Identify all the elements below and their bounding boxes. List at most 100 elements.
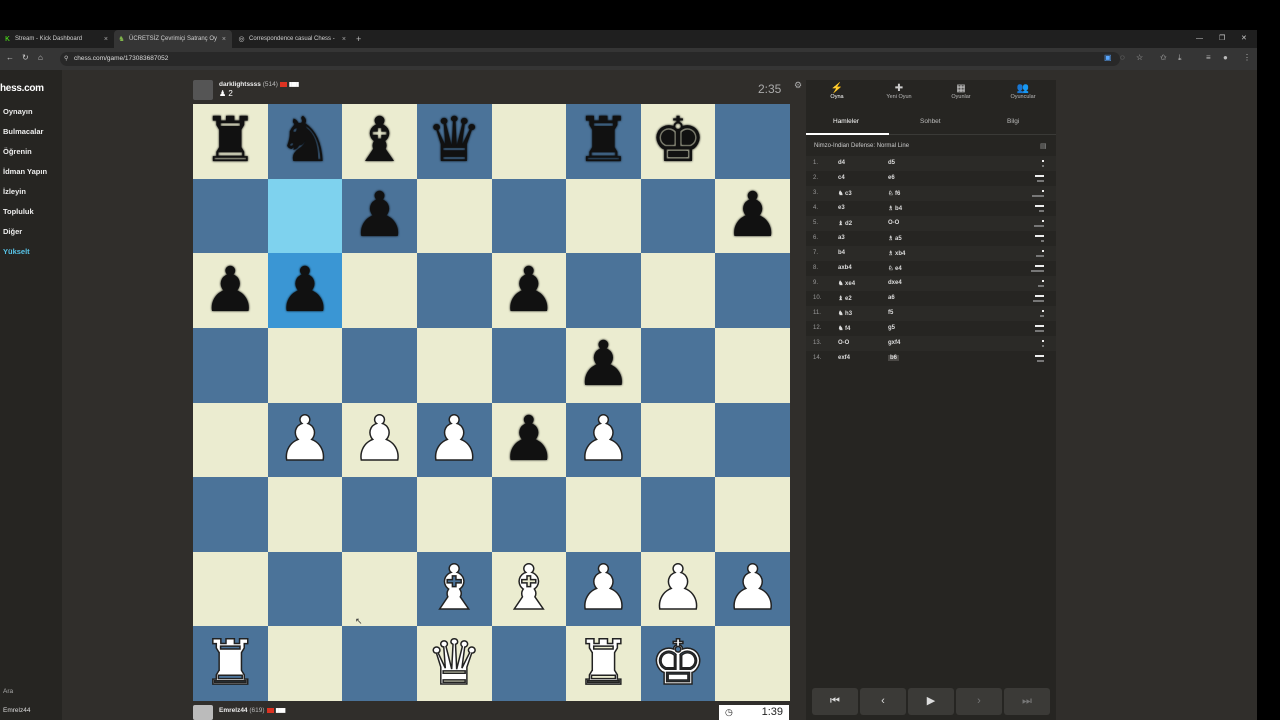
sidebar-item-puzzles[interactable]: Bulmacalar <box>3 127 43 136</box>
reload-icon[interactable]: ↻ <box>22 53 29 62</box>
white-bishop-piece[interactable]: ♝ <box>426 557 483 621</box>
square-f3[interactable] <box>566 477 641 552</box>
chess-com-logo[interactable]: hess.com <box>0 83 44 94</box>
sidebar-item-learn[interactable]: Öğrenin <box>3 147 32 156</box>
square-c6[interactable] <box>342 253 417 328</box>
square-a6[interactable]: ♟ <box>193 253 268 328</box>
browser-tab-chess[interactable]: ♞ ÜCRETSİZ Çevrimiçi Satranç Oy × <box>114 30 232 48</box>
white-move[interactable]: e3 <box>838 205 845 211</box>
square-d6[interactable] <box>416 253 492 328</box>
subtab-chat[interactable]: Sohbet <box>920 118 941 125</box>
profile-avatar[interactable]: ● <box>1223 53 1228 62</box>
black-pawn-piece[interactable]: ♟ <box>277 259 333 322</box>
kebab-menu-icon[interactable]: ⋮ <box>1243 53 1251 62</box>
previous-move-button[interactable]: ‹ <box>860 688 906 715</box>
black-pawn-piece[interactable]: ♟ <box>501 408 557 471</box>
black-knight-piece[interactable]: ♞ <box>277 110 333 172</box>
black-move[interactable]: e6 <box>888 175 895 181</box>
white-rook-piece[interactable]: ♜ <box>202 631 259 695</box>
black-king-piece[interactable]: ♚ <box>650 110 706 172</box>
top-player-name[interactable]: darklightssss (514) ▮▮▮▮ <box>219 81 299 88</box>
square-b8[interactable]: ♞ <box>267 104 343 179</box>
tab-players[interactable]: 👥 Oyuncular <box>992 80 1054 108</box>
square-h1[interactable] <box>715 626 790 701</box>
white-move[interactable]: c4 <box>838 175 845 181</box>
next-move-button[interactable]: › <box>956 688 1002 715</box>
square-e7[interactable] <box>491 178 567 254</box>
window-close-icon[interactable]: ✕ <box>1241 30 1247 48</box>
white-pawn-piece[interactable]: ♟ <box>426 408 483 472</box>
square-h4[interactable] <box>715 402 790 478</box>
black-move[interactable]: b6 <box>888 355 900 361</box>
white-rook-piece[interactable]: ♜ <box>575 631 632 695</box>
close-icon[interactable]: × <box>104 36 108 43</box>
square-f8[interactable]: ♜ <box>566 104 641 179</box>
white-move[interactable]: ♞ xe4 <box>838 280 855 287</box>
square-g1[interactable]: ♚ <box>640 626 716 701</box>
subtab-info[interactable]: Bilgi <box>1007 118 1019 125</box>
black-move[interactable]: g5 <box>888 325 895 331</box>
square-d1[interactable]: ♛ <box>416 626 492 701</box>
white-move[interactable]: d4 <box>838 160 845 166</box>
square-c5[interactable] <box>342 327 417 403</box>
square-c1[interactable] <box>342 626 417 701</box>
square-g5[interactable] <box>640 327 716 403</box>
last-move-button[interactable]: ⏭ <box>1004 688 1050 715</box>
square-f2[interactable]: ♟ <box>566 551 641 627</box>
browser-tab-correspondence[interactable]: ◎ Correspondence casual Chess - × <box>234 30 352 48</box>
bottom-player-avatar[interactable] <box>193 705 213 720</box>
square-g3[interactable] <box>640 477 716 552</box>
new-tab-button[interactable]: + <box>356 30 361 48</box>
square-c3[interactable] <box>342 477 417 552</box>
square-d3[interactable] <box>416 477 492 552</box>
black-pawn-piece[interactable]: ♟ <box>352 184 408 247</box>
black-move[interactable]: f5 <box>888 310 893 316</box>
sidebar-item-more[interactable]: Diğer <box>3 227 22 236</box>
black-pawn-piece[interactable]: ♟ <box>203 259 259 322</box>
square-e3[interactable] <box>491 477 567 552</box>
white-move[interactable]: ♞ h3 <box>838 310 852 317</box>
home-icon[interactable]: ⌂ <box>38 53 43 62</box>
square-f6[interactable] <box>566 253 641 328</box>
square-d2[interactable]: ♝ <box>416 551 492 627</box>
white-pawn-piece[interactable]: ♟ <box>351 408 408 472</box>
download-icon[interactable]: ⤓ <box>1178 53 1182 63</box>
square-b5[interactable] <box>267 327 343 403</box>
close-icon[interactable]: × <box>342 36 346 43</box>
square-g8[interactable]: ♚ <box>640 104 716 179</box>
black-move[interactable]: ♗ a5 <box>888 235 902 242</box>
white-bishop-piece[interactable]: ♝ <box>500 557 557 621</box>
first-move-button[interactable]: ⏮ <box>812 688 858 715</box>
white-move[interactable]: ♝ e2 <box>838 295 852 302</box>
square-c8[interactable]: ♝ <box>342 104 417 179</box>
square-h3[interactable] <box>715 477 790 552</box>
square-a2[interactable] <box>193 551 268 627</box>
chess-board[interactable]: ♜ ♞ ♝ ♛ ♜ ♚ ♟ ♟ ♟ ♟ ♟ ♟ ♟ ♟ ♟ ♟ ♟ ♝ ♝ ♟ ♟ ♟ ♜ ♛ ♜ ♚ <box>193 104 790 701</box>
url-field[interactable]: chess.com/game/173083687052 <box>60 52 1120 66</box>
square-g2[interactable]: ♟ <box>640 551 716 627</box>
square-c4[interactable]: ♟ <box>342 402 417 478</box>
square-e8[interactable] <box>491 104 567 179</box>
square-b1[interactable] <box>267 626 343 701</box>
square-e4[interactable]: ♟ <box>491 402 567 478</box>
square-a1[interactable]: ♜ <box>193 626 268 701</box>
sidebar-item-watch[interactable]: İzleyin <box>3 187 26 196</box>
black-pawn-piece[interactable]: ♟ <box>576 334 632 396</box>
black-move[interactable]: ♗ xb4 <box>888 250 905 257</box>
black-queen-piece[interactable]: ♛ <box>426 110 482 172</box>
black-bishop-piece[interactable]: ♝ <box>352 110 408 172</box>
white-move[interactable]: axb4 <box>838 265 852 271</box>
site-info-icon[interactable]: ⚲ <box>64 55 68 62</box>
square-e6[interactable]: ♟ <box>491 253 567 328</box>
white-move[interactable]: b4 <box>838 250 845 256</box>
square-f4[interactable]: ♟ <box>566 402 641 478</box>
black-move[interactable]: d5 <box>888 160 895 166</box>
square-c2[interactable] <box>342 551 417 627</box>
sidebar-search[interactable]: Ara <box>3 688 13 695</box>
maximize-icon[interactable]: ❐ <box>1219 30 1225 48</box>
square-g4[interactable] <box>640 402 716 478</box>
square-d5[interactable] <box>416 327 492 403</box>
eye-off-icon[interactable]: ◌ <box>1120 53 1125 62</box>
square-e1[interactable] <box>491 626 567 701</box>
square-h7[interactable]: ♟ <box>715 178 790 254</box>
